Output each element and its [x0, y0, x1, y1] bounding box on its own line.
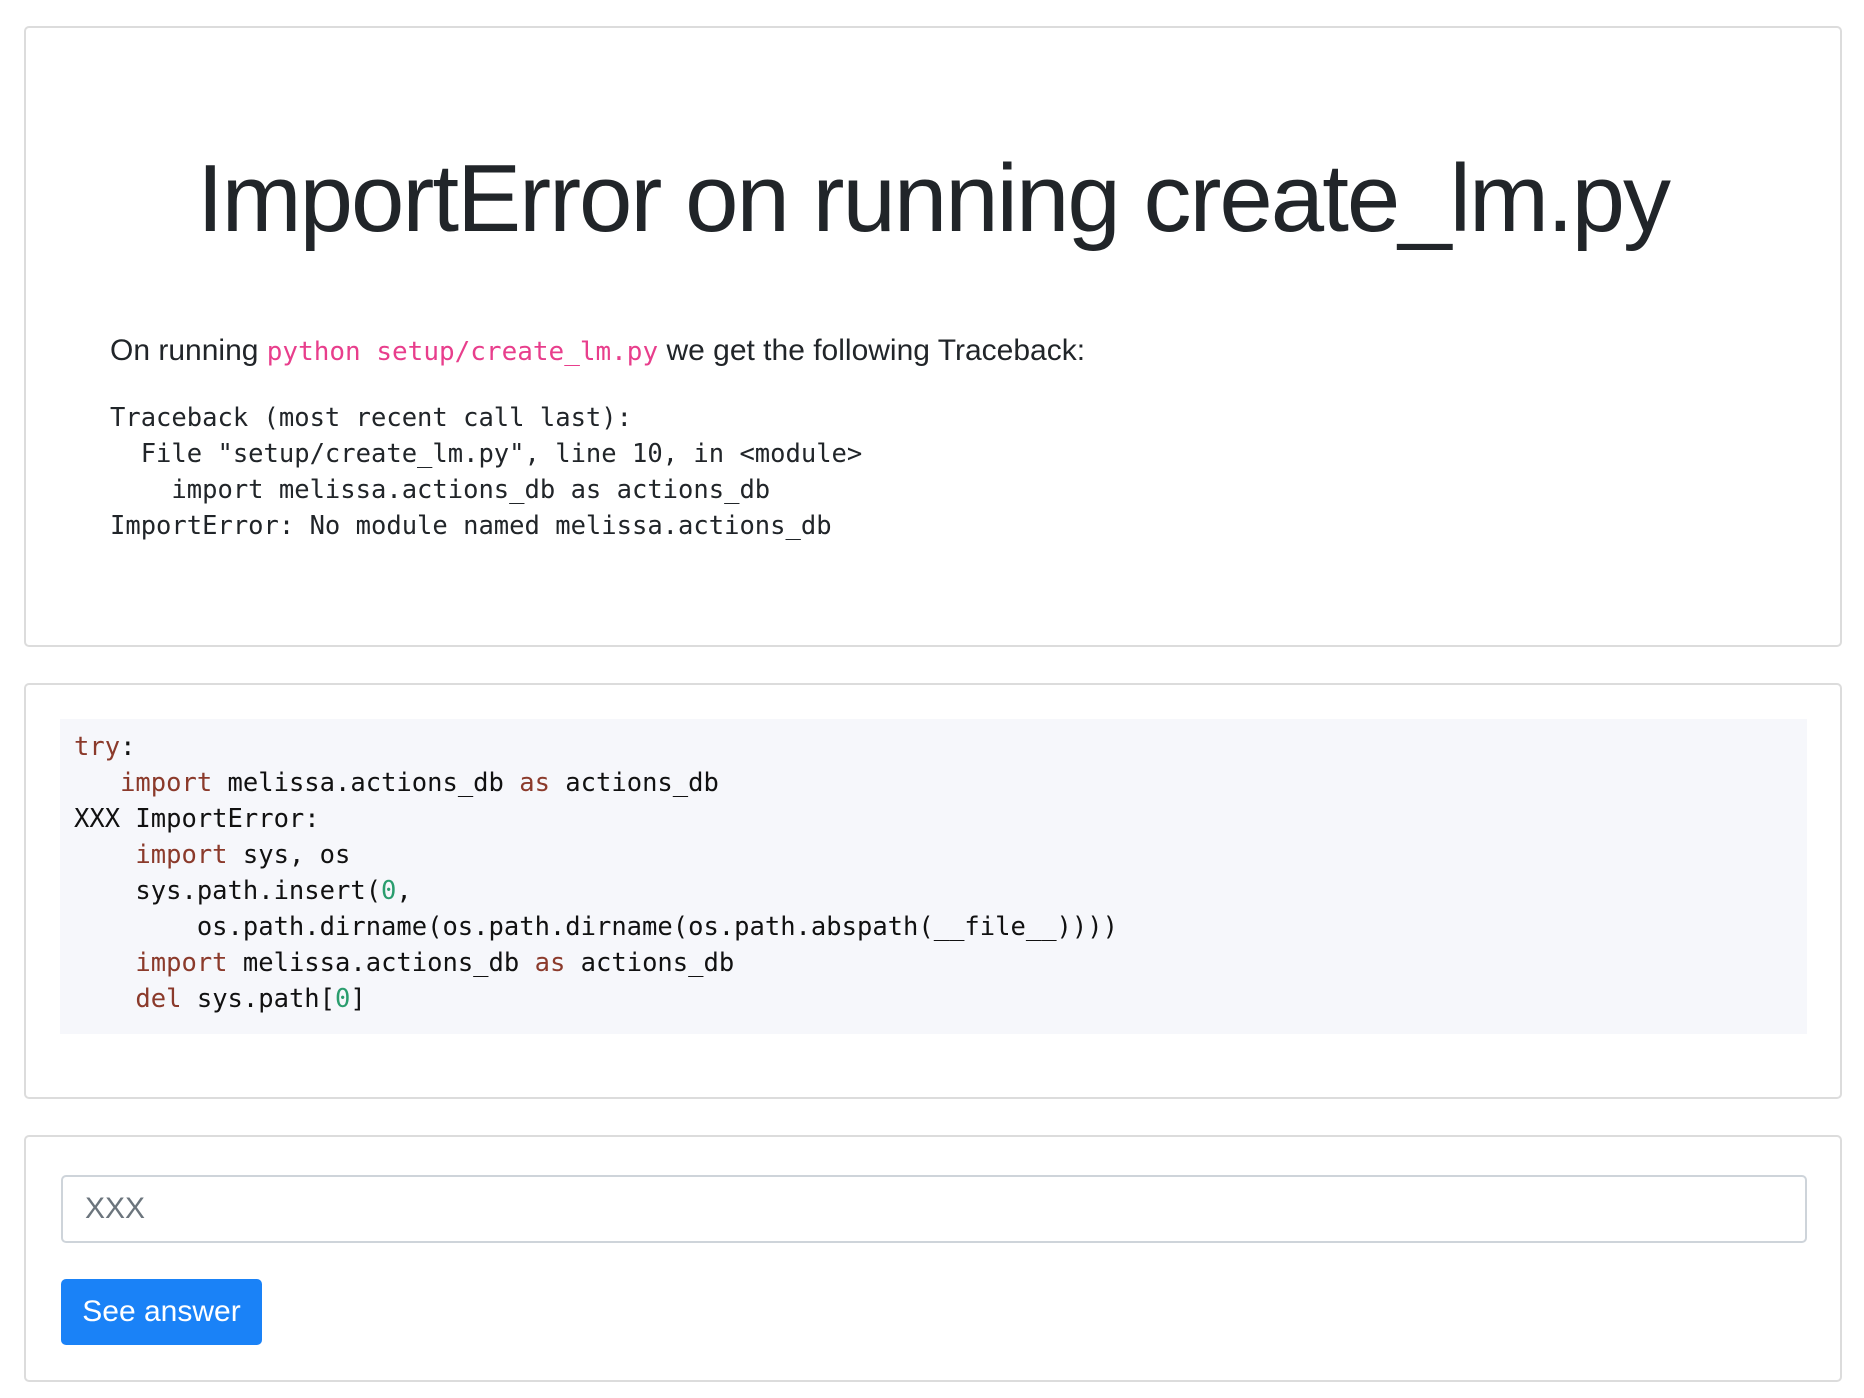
code-text: XXX ImportError: [74, 804, 320, 834]
code-keyword: as [519, 768, 550, 798]
traceback-line: File "setup/create_lm.py", line 10, in <… [110, 439, 863, 469]
see-answer-button[interactable]: See answer [61, 1279, 262, 1345]
traceback-line: ImportError: No module named melissa.act… [110, 511, 832, 541]
code-card: try: import melissa.actions_db as action… [24, 683, 1842, 1099]
code-number: 0 [381, 876, 397, 906]
intro-text-before: On running [110, 334, 267, 367]
code-text: melissa.actions_db [227, 948, 535, 978]
code-text: melissa.actions_db [212, 768, 520, 798]
code-line: import melissa.actions_db as actions_db [74, 768, 719, 798]
code-line: import sys, os [74, 840, 350, 870]
question-intro: On running python setup/create_lm.py we … [110, 331, 1085, 370]
code-text: sys, os [227, 840, 351, 870]
code-line: import melissa.actions_db as actions_db [74, 948, 734, 978]
code-text: sys.path[ [181, 984, 336, 1014]
code-keyword: del [135, 984, 182, 1014]
code-listing: try: import melissa.actions_db as action… [74, 729, 1793, 1017]
code-keyword: import [135, 948, 228, 978]
code-text: actions_db [549, 768, 719, 798]
inline-command: python setup/create_lm.py [266, 337, 659, 367]
code-keyword: try [74, 732, 121, 762]
question-card: ImportError on running create_lm.py On r… [24, 26, 1842, 647]
code-keyword: as [534, 948, 566, 978]
answer-input[interactable] [61, 1175, 1807, 1243]
code-keyword: import [135, 840, 228, 870]
intro-text-after: we get the following Traceback: [658, 334, 1086, 367]
code-text: , [396, 876, 412, 906]
code-text: : [120, 732, 136, 762]
code-text: ] [350, 984, 366, 1014]
code-line: os.path.dirname(os.path.dirname(os.path.… [74, 912, 1118, 942]
code-number: 0 [335, 984, 351, 1014]
traceback-block: Traceback (most recent call last): File … [110, 400, 862, 544]
page-title: ImportError on running create_lm.py [197, 145, 1671, 252]
code-line: XXX ImportError: [74, 804, 320, 834]
code-line: sys.path.insert(0, [74, 876, 412, 906]
code-text: actions_db [565, 948, 735, 978]
code-text: sys.path.insert( [74, 876, 382, 906]
traceback-line: import melissa.actions_db as actions_db [110, 475, 771, 505]
code-text: os.path.dirname(os.path.dirname(os.path.… [74, 912, 1118, 942]
code-line: del sys.path[0] [74, 984, 366, 1014]
code-line: try: [74, 732, 135, 762]
answer-card: See answer [24, 1135, 1842, 1382]
code-block: try: import melissa.actions_db as action… [60, 719, 1807, 1034]
code-keyword: import [120, 768, 213, 798]
traceback-line: Traceback (most recent call last): [110, 403, 632, 433]
